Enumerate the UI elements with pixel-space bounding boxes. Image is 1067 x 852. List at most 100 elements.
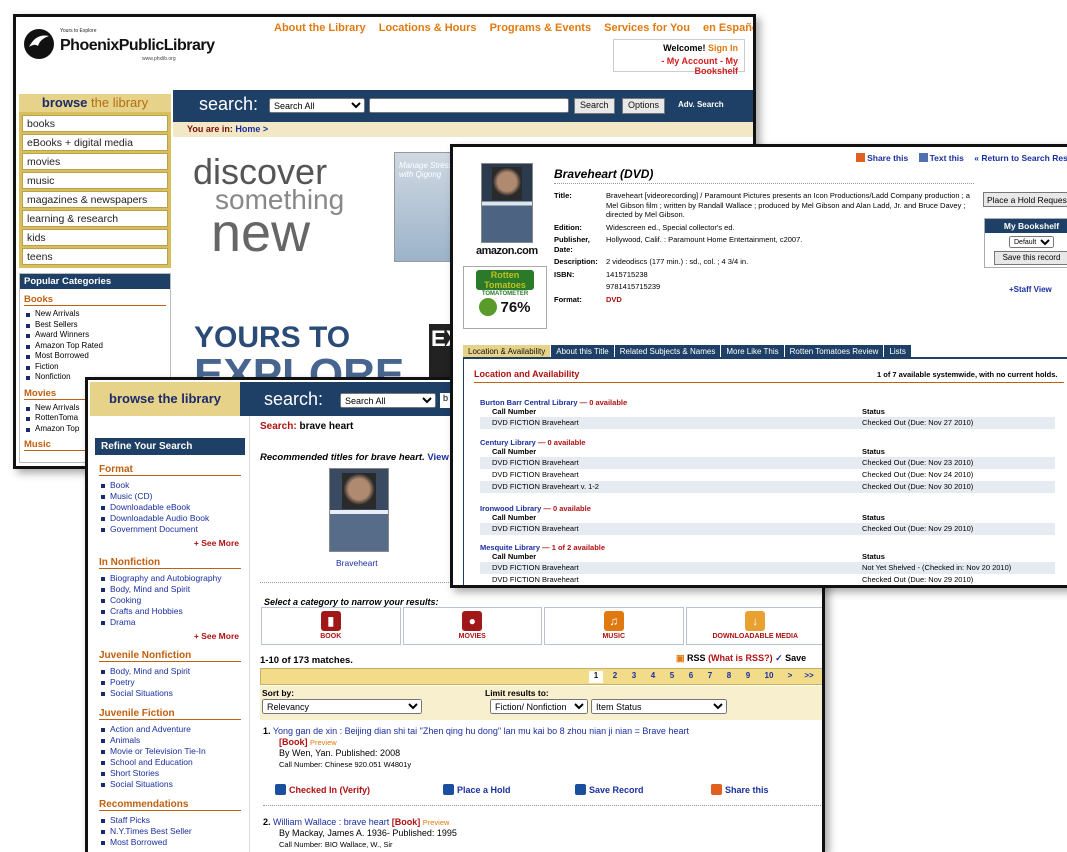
list-item[interactable]: Best Sellers [26, 320, 170, 331]
cover-caption[interactable]: Braveheart [336, 558, 378, 568]
list-item[interactable]: Animals [101, 735, 245, 746]
save-icon[interactable]: ✓ [775, 653, 783, 663]
checked-in-status[interactable]: Checked In (Verify) [275, 784, 370, 795]
library-logo[interactable]: Yours to Explore PhoenixPublicLibrary ww… [22, 25, 222, 75]
category-book[interactable]: ▮ BOOK [261, 607, 401, 645]
preview-link[interactable]: Preview [423, 818, 450, 827]
list-item[interactable]: Government Document [101, 524, 245, 535]
share-action[interactable]: Share this [711, 784, 769, 795]
browse-item-kids[interactable]: kids [22, 229, 168, 246]
text-this-link[interactable]: Text this [918, 153, 964, 163]
see-more-format[interactable]: + See More [95, 538, 239, 548]
result-title-link[interactable]: Yong gan de xin : Beijing dian shi tai "… [273, 726, 689, 736]
list-item[interactable]: Fiction [26, 362, 170, 373]
library-name-link[interactable]: Mesquite Library [480, 543, 540, 552]
save-link[interactable]: Save [785, 653, 806, 663]
sort-select[interactable]: Relevancy [262, 699, 422, 714]
preview-link[interactable]: Preview [310, 738, 337, 747]
what-is-rss-link[interactable]: (What is RSS?) [708, 653, 773, 663]
library-name-link[interactable]: Century Library [480, 438, 536, 447]
list-item[interactable]: Award Winners [26, 330, 170, 341]
last-page-link[interactable]: >> [802, 671, 816, 683]
list-item[interactable]: N.Y.Times Best Seller [101, 826, 245, 837]
list-item[interactable]: Body, Mind and Spirit [101, 666, 245, 677]
list-item[interactable]: School and Education [101, 757, 245, 768]
see-more-nonfiction[interactable]: + See More [95, 631, 239, 641]
braveheart-cover[interactable] [329, 468, 389, 552]
save-record-button[interactable]: Save this record [993, 251, 1067, 265]
library-name-link[interactable]: Ironwood Library [480, 504, 541, 513]
share-this-link[interactable]: Share this [856, 153, 908, 163]
browse-item-learning[interactable]: learning & research [22, 210, 168, 227]
page-link[interactable]: 1 [589, 671, 603, 683]
page-link[interactable]: 3 [627, 671, 641, 683]
rotten-tomatoes-widget[interactable]: Rotten Tomatoes TOMATOMETER 76% [463, 266, 547, 329]
list-item[interactable]: Social Situations [101, 779, 245, 790]
limit-select[interactable]: Fiction/ Nonfiction [490, 699, 588, 714]
page-link[interactable]: 7 [703, 671, 717, 683]
list-item[interactable]: Action and Adventure [101, 724, 245, 735]
page-link[interactable]: 5 [665, 671, 679, 683]
list-item[interactable]: Cooking [101, 595, 245, 606]
browse-item-music[interactable]: music [22, 172, 168, 189]
browse-item-movies[interactable]: movies [22, 153, 168, 170]
browse-item-books[interactable]: books [22, 115, 168, 132]
page-link[interactable]: 2 [608, 671, 622, 683]
options-button[interactable]: Options [622, 98, 666, 114]
category-music[interactable]: ♫ MUSIC [544, 607, 684, 645]
tab-location-availability[interactable]: Location & Availability [463, 345, 551, 357]
tab-related-subjects[interactable]: Related Subjects & Names [614, 345, 721, 357]
save-record-action[interactable]: Save Record [575, 784, 644, 795]
list-item[interactable]: Most Borrowed [101, 837, 245, 848]
list-item[interactable]: Drama [101, 617, 245, 628]
list-item[interactable]: Social Situations [101, 688, 245, 699]
nav-services[interactable]: Services for You [604, 22, 690, 34]
staff-view-link[interactable]: +Staff View [1009, 285, 1052, 294]
rss-icon[interactable]: ▣ [676, 653, 685, 663]
browse-library-heading[interactable]: browse the library [90, 382, 240, 416]
page-link[interactable]: 6 [684, 671, 698, 683]
list-item[interactable]: New Arrivals [26, 309, 170, 320]
list-item[interactable]: Poetry [101, 677, 245, 688]
category-movies[interactable]: ● MOVIES [402, 607, 542, 645]
page-link[interactable]: 8 [722, 671, 736, 683]
search-scope-select[interactable]: Search All [340, 393, 436, 408]
list-item[interactable]: Most Borrowed [26, 351, 170, 362]
rss-link[interactable]: RSS [687, 653, 706, 663]
nav-locations[interactable]: Locations & Hours [379, 22, 477, 34]
list-item[interactable]: Movie or Television Tie-In [101, 746, 245, 757]
search-scope-select[interactable]: Search All [269, 98, 365, 113]
tab-lists[interactable]: Lists [884, 345, 911, 357]
advanced-search-link[interactable]: Adv. Search [678, 100, 724, 109]
next-page-link[interactable]: > [783, 671, 797, 683]
page-link[interactable]: 4 [646, 671, 660, 683]
search-input[interactable] [369, 98, 569, 113]
list-item[interactable]: Downloadable Audio Book [101, 513, 245, 524]
page-link[interactable]: 9 [741, 671, 755, 683]
tab-more-like-this[interactable]: More Like This [721, 345, 784, 357]
category-downloadable[interactable]: ↓ DOWNLOADABLE MEDIA [685, 607, 822, 645]
return-to-search-link[interactable]: « Return to Search Resu [974, 153, 1067, 163]
nav-espanol[interactable]: en Español [703, 22, 753, 34]
browse-item-ebooks[interactable]: eBooks + digital media [22, 134, 168, 151]
list-item[interactable]: Music (CD) [101, 491, 245, 502]
tab-rotten-tomatoes[interactable]: Rotten Tomatoes Review [784, 345, 884, 357]
nav-about[interactable]: About the Library [274, 22, 366, 34]
browse-item-magazines[interactable]: magazines & newspapers [22, 191, 168, 208]
browse-item-teens[interactable]: teens [22, 248, 168, 265]
breadcrumb-home[interactable]: Home > [235, 124, 268, 134]
list-item[interactable]: Biography and Autobiography [101, 573, 245, 584]
place-hold-button[interactable]: Place a Hold Request [983, 192, 1067, 207]
list-item[interactable]: Body, Mind and Spirit [101, 584, 245, 595]
page-link[interactable]: 10 [761, 671, 777, 683]
bookshelf-select[interactable]: Default [1009, 236, 1054, 248]
list-item[interactable]: Short Stories [101, 768, 245, 779]
status-select[interactable]: Item Status [591, 699, 727, 714]
list-item[interactable]: Book [101, 480, 245, 491]
place-hold-action[interactable]: Place a Hold [443, 784, 511, 795]
my-account-link[interactable]: - My Account [661, 56, 717, 66]
discover-banner[interactable]: discover something new [193, 154, 344, 261]
sign-in-link[interactable]: Sign In [708, 43, 738, 53]
list-item[interactable]: Amazon Top Rated [26, 341, 170, 352]
list-item[interactable]: Downloadable eBook [101, 502, 245, 513]
